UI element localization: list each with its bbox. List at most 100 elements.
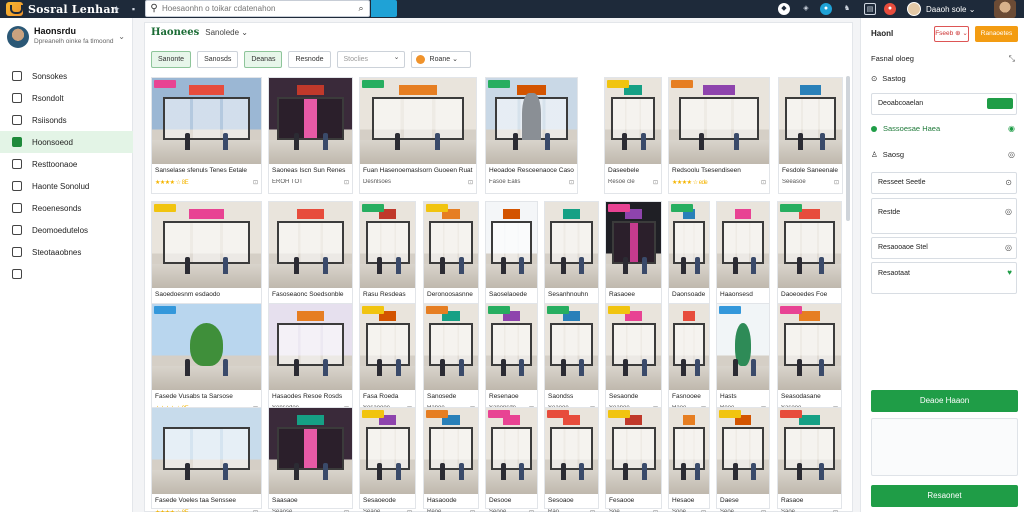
sidebar-item-1[interactable]: Rsondolt [0,87,133,109]
store-card[interactable]: RasaoeeHoaoe⊡ [605,201,662,318]
store-icon [12,137,22,147]
sidebar-item-3[interactable]: Hoonsoeod [0,131,133,153]
bookmark-icon[interactable]: ⊡ [653,179,658,186]
store-card[interactable]: DesooeSeooe⊡ [485,407,538,512]
select-field-3[interactable]: Resaooaoe Stel ◎ [871,237,1017,259]
store-card[interactable]: ResenaoeSanonsde⊡ [485,303,538,420]
store-card[interactable]: RasaoeSaoe⊡ [777,407,842,512]
message-icon[interactable]: ▤ [864,3,876,15]
store-card[interactable]: Redsoolu Tsesendiseen ★★★★ ☆ ede ⊡ [668,77,770,194]
bookmark-icon[interactable]: ⊡ [834,179,839,186]
settings-radio-icon[interactable]: ◎ [1008,150,1015,159]
store-card[interactable]: Heoadoe Resceenaoce Casoel Fasoe Ealis ⊡ [485,77,578,194]
toggle-row[interactable]: Sassoesae Haea ◉ [871,124,1017,133]
globe-icon[interactable]: ● [820,3,832,15]
filter-button-3[interactable]: Resnode [288,51,331,68]
store-card[interactable]: Rasu ResdeasRosccele⊡ [359,201,416,318]
toggle-switch[interactable] [987,98,1013,109]
sidebar-item-5[interactable]: Haonte Sonolud [0,175,133,197]
store-card[interactable]: Daoeoedes FoeSacnaose⊡ [777,201,842,318]
settings-row[interactable]: ♙ Saosg ◎ [871,150,1017,159]
brand[interactable]: Sosral Lenhan [6,1,119,17]
page-subtitle-dropdown[interactable]: Sanolede ⌄ [205,28,248,37]
store-card[interactable]: SanosedeHanoe⊡ [423,303,479,420]
search-button[interactable] [371,0,397,17]
select-field-1[interactable]: Resseet Seetle ⊙ [871,172,1017,194]
bookmark-icon[interactable]: ⊡ [344,179,349,186]
search-input[interactable] [162,4,353,13]
store-card[interactable]: Fuan Hasenoemaslsorn Guoeen Ruat Desnlsoe… [359,77,477,194]
store-photo [486,202,537,288]
select-field-4[interactable]: Resaotaat ♥ [871,262,1017,294]
sidebar-item-7[interactable]: Deomoedutelos [0,219,133,241]
store-card[interactable]: FasnooeeHaoe⊡ [668,303,710,420]
main-action-button[interactable]: Deaoe Haaon [871,390,1018,412]
sidebar-item-4[interactable]: Resttoonaoe [0,153,133,175]
sort-row[interactable]: ⊙ Sastog [871,74,1017,83]
description-box[interactable]: Deoabcoaelan [871,93,1017,115]
profile-photo[interactable] [994,0,1016,18]
store-card[interactable]: SesaondeSeanoe⊡ [605,303,662,420]
select-field-2[interactable]: Restde ◎ [871,198,1017,234]
bottom-action-button[interactable]: Resaonet [871,485,1018,507]
sidebar-item-6[interactable]: Reoenesonds [0,197,133,219]
bookmark-icon[interactable]: ⊡ [761,179,766,186]
filter-button-5[interactable]: Roane ⌄ [410,51,471,68]
bookmark-icon[interactable]: ⊡ [569,179,574,186]
store-card[interactable]: Fasede Voeles taa Senssee★★★★ ☆ 8E⊡ [151,407,262,512]
filter-button-2[interactable]: Deanas [244,51,283,68]
sidebar-item-8[interactable]: Steotaaobnes [0,241,133,263]
store-card[interactable]: SesanhnouhnSaonesde⊡ [544,201,599,318]
compass-icon[interactable]: ◆ [778,3,790,15]
menu-icon[interactable]: ✦ [111,4,122,15]
store-card[interactable]: DaonsoadeSoseooe⊡ [668,201,710,318]
heart-icon[interactable]: ♥ [1007,268,1012,277]
store-card[interactable]: DeronoosasnneRasonees⊡ [423,201,479,318]
store-card[interactable]: SeasodasaneSasooe⊡ [777,303,842,420]
store-card[interactable]: Hasaodes Resoe RosdsSensodoe⊡ [268,303,353,420]
tag-icon[interactable]: ◈ [800,3,812,15]
filter-dropdown-button[interactable]: Fseeb ⊕ ⌄ [934,26,969,42]
store-card[interactable]: SesaoeodeSeaoe⊡ [359,407,416,512]
sidebar-profile[interactable]: Haonsrdu Dpreanelh oinke fa tlmoond ⌄ [7,26,129,50]
bookmark-icon[interactable]: ⊡ [468,179,473,186]
store-card[interactable]: Fasoseaonc SoedsonbleSeacosoua oade⊡ [268,201,353,318]
store-card[interactable]: SaasaoeSeaose⊡ [268,407,353,512]
store-card[interactable]: Daseebele Resoe cle ⊡ [604,77,662,194]
sidebar-item-2[interactable]: Rsiisonds [0,109,133,131]
filter-button-1[interactable]: Sanosds [197,51,239,68]
store-card[interactable]: HastsReoe⊡ [716,303,770,420]
store-card[interactable]: SaoselaoedeSaooe⊡ [485,201,538,318]
scrollbar[interactable] [846,76,850,221]
store-card[interactable]: FesaooeSoe⊡ [605,407,662,512]
store-card[interactable]: Sanselase sfenuls Tenes Eetale ★★★★ ☆ 8E ⊡ [151,77,262,194]
store-card[interactable]: Fasede Vusabs ta Sarsose★★★★ ☆ 8E⊡ [151,303,262,420]
sidebar-item-0[interactable]: Sonsokes [0,65,133,87]
store-card[interactable]: Fesdole Saneenale Seeasoe ⊡ [778,77,843,194]
store-card[interactable]: Fasa RoedaSesaoooe⊡ [359,303,416,420]
notification-badge-icon[interactable]: ● [884,3,896,15]
store-card[interactable]: HasaoodeReoe⊡ [423,407,479,512]
collapse-icon[interactable]: ⤡ [1009,54,1015,64]
store-card[interactable]: Saoedoesnm esdaodo★★★★ ☆ 8E⊡ [151,201,262,318]
magnifier-icon[interactable]: ⌕ [353,3,369,14]
filter-button-4[interactable]: Stoclies [336,50,405,68]
store-card[interactable]: DaeseSeoe⊡ [716,407,770,512]
radio-icon[interactable]: ◉ [1008,124,1015,133]
grid-icon[interactable]: ▪ [128,4,139,15]
filter-button-0[interactable]: Sanonte [151,51,192,68]
store-title: Sesaonde [609,393,639,400]
store-card[interactable]: HaaonsesdFaooe⊡ [716,201,770,318]
main-content: Haonees Sanolede ⌄ Sanonte Sanosds Deanas R… [144,22,853,512]
bell-icon[interactable]: ♞ [841,3,853,15]
store-card[interactable]: Saoneas Iscn Sun Renes EROH TOT ⊡ [268,77,353,194]
store-card[interactable]: HesaoeSooe⊡ [668,407,710,512]
sidebar-item-9[interactable] [0,263,133,285]
bookmark-icon[interactable]: ⊡ [253,179,258,186]
primary-action-button[interactable]: Ranaoetes [975,26,1018,42]
chevron-down-icon[interactable]: ⌄ [118,32,125,41]
store-card[interactable]: SaondssSeaooe⊡ [544,303,599,420]
sort-label: Sastog [882,74,906,83]
user-menu[interactable]: Daaoh sole ⌄ [907,1,975,17]
store-card[interactable]: SesoaoeRao⊡ [544,407,599,512]
